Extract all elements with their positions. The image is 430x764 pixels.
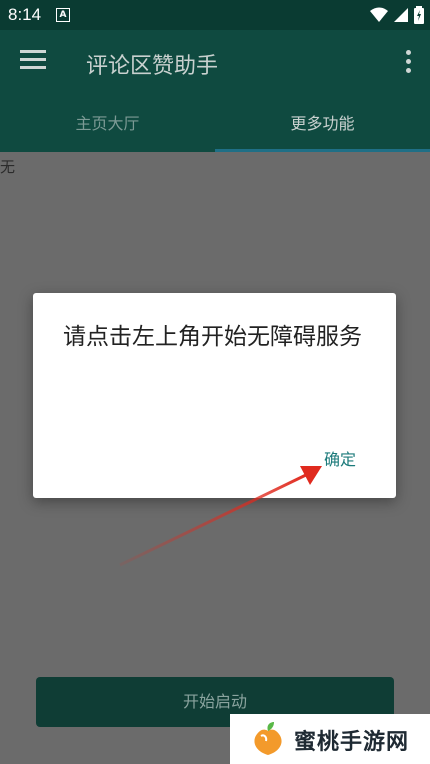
more-options-icon[interactable]	[404, 50, 412, 76]
menu-icon[interactable]	[20, 50, 46, 74]
tab-home[interactable]: 主页大厅	[0, 96, 215, 152]
app-bar: 评论区赞助手	[0, 30, 430, 96]
dialog-message: 请点击左上角开始无障碍服务	[63, 324, 362, 350]
wifi-icon	[370, 7, 388, 22]
ok-button[interactable]: 确定	[324, 446, 356, 470]
tab-bar: 主页大厅 更多功能	[0, 96, 430, 152]
watermark: 蜜桃手游网	[230, 714, 430, 764]
status-time: 8:14	[8, 5, 42, 24]
alert-dialog: 请点击左上角开始无障碍服务 确定	[33, 293, 396, 498]
empty-text: 无	[0, 158, 16, 176]
signal-icon	[394, 8, 408, 22]
notification-icon: A	[56, 8, 70, 22]
watermark-text: 蜜桃手游网	[294, 730, 410, 755]
peach-logo-icon	[254, 722, 282, 755]
status-bar: 8:14 A	[0, 0, 430, 30]
app-title: 评论区赞助手	[86, 54, 219, 79]
tab-more-features[interactable]: 更多功能	[215, 96, 430, 152]
status-icons	[370, 6, 424, 24]
battery-icon	[414, 6, 424, 24]
